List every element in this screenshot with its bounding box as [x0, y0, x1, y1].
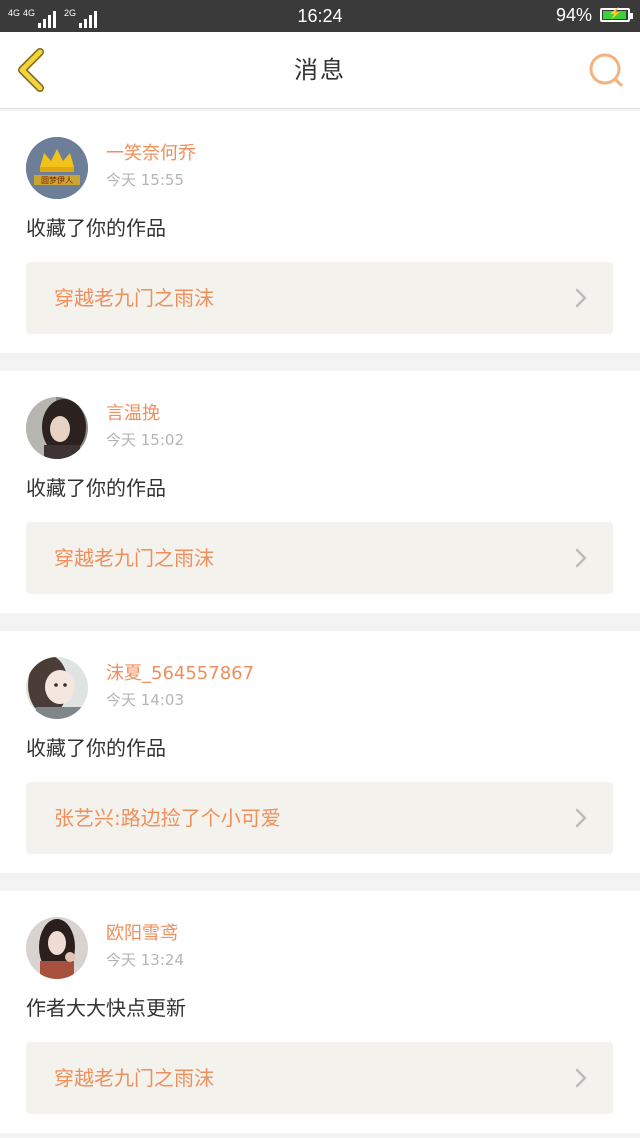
search-button[interactable]: [586, 50, 626, 90]
work-link[interactable]: 穿越老九门之雨沫: [26, 1042, 613, 1114]
work-title: 穿越老九门之雨沫: [54, 546, 214, 570]
avatar[interactable]: [26, 917, 88, 979]
avatar-image: [26, 657, 88, 719]
message-time: 今天 14:03: [106, 691, 184, 709]
avatar-image: 圆梦伊人: [26, 137, 88, 199]
username[interactable]: 欧阳雪鸢: [106, 923, 178, 945]
message-text: 收藏了你的作品: [26, 476, 166, 500]
work-link[interactable]: 穿越老九门之雨沫: [26, 262, 613, 334]
avatar[interactable]: 圆梦伊人: [26, 137, 88, 199]
work-title: 张艺兴:路边捡了个小可爱: [54, 806, 281, 830]
avatar[interactable]: [26, 397, 88, 459]
chevron-right-icon: [575, 288, 587, 308]
chevron-right-icon: [575, 548, 587, 568]
message-text: 作者大大快点更新: [26, 996, 186, 1020]
chevron-right-icon: [575, 808, 587, 828]
work-title: 穿越老九门之雨沫: [54, 1066, 214, 1090]
charging-bolt-icon: ⚡: [608, 8, 622, 20]
message-text: 收藏了你的作品: [26, 736, 166, 760]
username[interactable]: 言温挽: [106, 403, 160, 425]
avatar-image: [26, 397, 88, 459]
message-text: 收藏了你的作品: [26, 216, 166, 240]
battery-status: 94% ⚡: [555, 5, 633, 25]
message-card: 沫夏_564557867 今天 14:03 收藏了你的作品 张艺兴:路边捡了个小…: [0, 631, 640, 873]
username[interactable]: 一笑奈何乔: [106, 143, 196, 165]
message-card: 言温挽 今天 15:02 收藏了你的作品 穿越老九门之雨沫: [0, 371, 640, 613]
message-card: 圆梦伊人 一笑奈何乔 今天 15:55 收藏了你的作品 穿越老九门之雨沫: [0, 111, 640, 353]
status-bar: 4G 4G 2G 16:24 94% ⚡: [0, 0, 640, 32]
page-title: 消息: [294, 56, 346, 84]
message-time: 今天 15:02: [106, 431, 184, 449]
username[interactable]: 沫夏_564557867: [106, 663, 254, 685]
avatar-image: [26, 917, 88, 979]
clock: 16:24: [297, 6, 343, 26]
avatar[interactable]: [26, 657, 88, 719]
work-link[interactable]: 穿越老九门之雨沫: [26, 522, 613, 594]
message-time: 今天 15:55: [106, 171, 184, 189]
header: 消息: [0, 32, 640, 109]
work-link[interactable]: 张艺兴:路边捡了个小可爱: [26, 782, 613, 854]
message-time: 今天 13:24: [106, 951, 184, 969]
battery-icon: ⚡: [600, 8, 633, 22]
work-title: 穿越老九门之雨沫: [54, 286, 214, 310]
battery-percent: 94%: [555, 5, 592, 25]
chevron-right-icon: [575, 1068, 587, 1088]
search-icon: [589, 53, 623, 87]
message-card: 欧阳雪鸢 今天 13:24 作者大大快点更新 穿越老九门之雨沫: [0, 891, 640, 1133]
avatar-logo-text: 圆梦伊人: [41, 175, 73, 185]
